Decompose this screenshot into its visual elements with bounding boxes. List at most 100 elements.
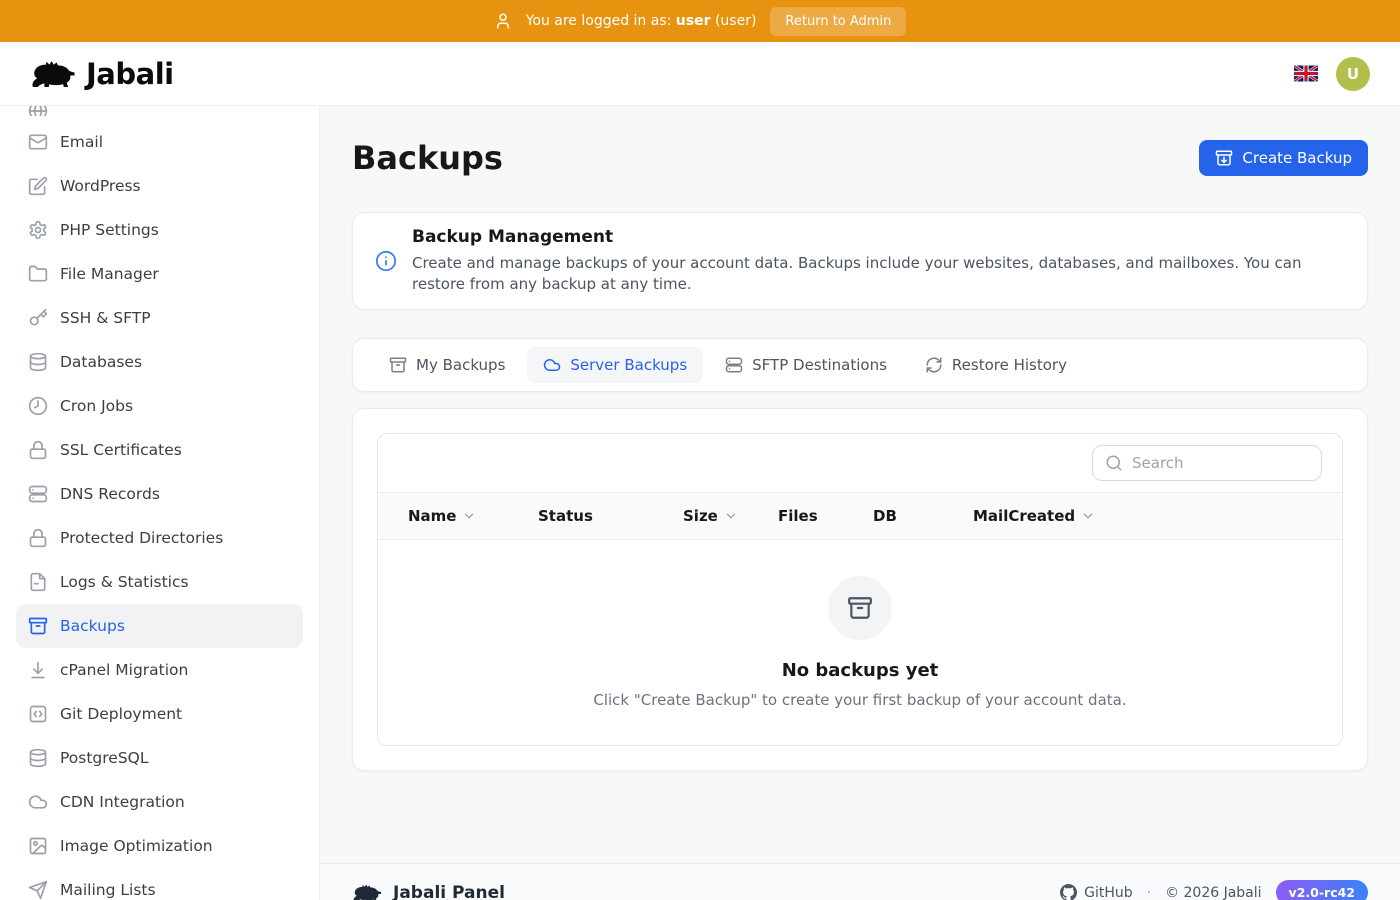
- sidebar-item-icon: [28, 792, 48, 812]
- empty-state-subtitle: Click "Create Backup" to create your fir…: [593, 691, 1126, 709]
- sidebar-item-label: SSL Certificates: [60, 441, 182, 459]
- sidebar-item[interactable]: Git Deployment: [16, 692, 303, 736]
- sidebar-item-label: Image Optimization: [60, 837, 213, 855]
- sidebar-item[interactable]: SSH & SFTP: [16, 296, 303, 340]
- archive-download-icon: [1215, 149, 1233, 167]
- column-header-label: Files: [778, 507, 818, 525]
- return-to-admin-button[interactable]: Return to Admin: [770, 7, 906, 36]
- main-content: Backups Create Backup Backup Management …: [320, 106, 1400, 900]
- brand-logo[interactable]: Jabali: [30, 57, 174, 91]
- globe-icon: [28, 106, 48, 116]
- copyright-text: © 2026 Jabali: [1165, 885, 1261, 900]
- tab-label: Restore History: [952, 356, 1067, 374]
- sidebar-item[interactable]: PHP Settings: [16, 208, 303, 252]
- sidebar-item-icon: [28, 220, 48, 240]
- sidebar-item[interactable]: Databases: [16, 340, 303, 384]
- column-header[interactable]: Created: [1008, 507, 1095, 525]
- sidebar-item-icon: [28, 440, 48, 460]
- sidebar-item-icon: [28, 352, 48, 372]
- column-header[interactable]: Name: [408, 507, 538, 525]
- sidebar-item[interactable]: WordPress: [16, 164, 303, 208]
- column-header[interactable]: Size: [683, 507, 778, 525]
- sidebar-item[interactable]: Backups: [16, 604, 303, 648]
- search-input[interactable]: [1132, 454, 1309, 472]
- info-banner: Backup Management Create and manage back…: [352, 212, 1368, 310]
- column-header-label: Created: [1008, 507, 1075, 525]
- sidebar-item-label: SSH & SFTP: [60, 309, 151, 327]
- sidebar-item-icon: [28, 572, 48, 592]
- info-title: Backup Management: [412, 227, 1345, 247]
- tab[interactable]: My Backups: [373, 347, 521, 383]
- sidebar-item[interactable]: cPanel Migration: [16, 648, 303, 692]
- avatar[interactable]: U: [1336, 57, 1370, 91]
- sidebar-item-icon: [28, 308, 48, 328]
- github-link[interactable]: GitHub: [1060, 884, 1133, 900]
- column-header: DB: [873, 507, 973, 525]
- sidebar-item[interactable]: CDN Integration: [16, 780, 303, 824]
- logged-in-role: (user): [715, 13, 756, 29]
- sidebar-item[interactable]: PostgreSQL: [16, 736, 303, 780]
- info-description: Create and manage backups of your accoun…: [412, 253, 1345, 295]
- archive-icon: [847, 595, 873, 621]
- sidebar-item[interactable]: Email: [16, 120, 303, 164]
- sidebar-item-label: Git Deployment: [60, 705, 182, 723]
- column-header-label: Status: [538, 507, 593, 525]
- sidebar-item-label: cPanel Migration: [60, 661, 188, 679]
- sidebar-item-icon: [28, 880, 48, 900]
- tab[interactable]: Server Backups: [527, 347, 703, 383]
- sidebar-item[interactable]: Logs & Statistics: [16, 560, 303, 604]
- sidebar-item-label: Databases: [60, 353, 142, 371]
- footer: Jabali Panel GitHub · © 2026 Jabali v2.0…: [320, 863, 1400, 900]
- sidebar-item-label: DNS Records: [60, 485, 160, 503]
- sidebar-item[interactable]: File Manager: [16, 252, 303, 296]
- tab-label: SFTP Destinations: [752, 356, 887, 374]
- sidebar-item-icon: [28, 616, 48, 636]
- sidebar-item-label: Cron Jobs: [60, 397, 133, 415]
- logged-in-username: user: [676, 13, 711, 29]
- sidebar-item[interactable]: Mailing Lists: [16, 868, 303, 900]
- sidebar-item-label: Mailing Lists: [60, 881, 156, 899]
- version-badge: v2.0-rc42: [1276, 880, 1368, 900]
- column-header: Status: [538, 507, 683, 525]
- sidebar-item[interactable]: Protected Directories: [16, 516, 303, 560]
- create-backup-button[interactable]: Create Backup: [1199, 140, 1368, 176]
- sidebar-item-label: Protected Directories: [60, 529, 223, 547]
- sidebar-item[interactable]: SSL Certificates: [16, 428, 303, 472]
- backups-table: Name Status Size: [377, 433, 1343, 746]
- sidebar-item-icon: [28, 748, 48, 768]
- sidebar-item-label: PostgreSQL: [60, 749, 149, 767]
- logged-in-message: You are logged in as: user (user): [526, 13, 757, 29]
- empty-state-title: No backups yet: [782, 660, 939, 681]
- sidebar-item-label: Email: [60, 133, 103, 151]
- tab-icon: [925, 356, 943, 374]
- tab-icon: [543, 356, 561, 374]
- sidebar-item-icon: [28, 836, 48, 856]
- sidebar-item-icon: [28, 396, 48, 416]
- sidebar-item-icon: [28, 528, 48, 548]
- sidebar-item[interactable]: Cron Jobs: [16, 384, 303, 428]
- sidebar-item-label: File Manager: [60, 265, 159, 283]
- sidebar-item-label: WordPress: [60, 177, 141, 195]
- chevron-down-icon: [1081, 509, 1095, 523]
- footer-separator: ·: [1147, 885, 1151, 900]
- tab-label: Server Backups: [570, 356, 687, 374]
- tab[interactable]: SFTP Destinations: [709, 347, 903, 383]
- sidebar-item[interactable]: Image Optimization: [16, 824, 303, 868]
- boar-logo-icon: [30, 57, 76, 91]
- tab-icon: [389, 356, 407, 374]
- tab[interactable]: Restore History: [909, 347, 1083, 383]
- column-header: Mail: [973, 507, 1008, 525]
- table-header-row: Name Status Size: [378, 492, 1342, 540]
- info-icon: [375, 250, 397, 272]
- chevron-down-icon: [724, 509, 738, 523]
- uk-flag-icon[interactable]: [1294, 65, 1318, 82]
- page-title: Backups: [352, 139, 503, 177]
- sidebar-item-icon: [28, 704, 48, 724]
- app-header: Jabali U: [0, 42, 1400, 106]
- sidebar-item-icon: [28, 660, 48, 680]
- footer-brand: Jabali Panel: [352, 882, 505, 900]
- sidebar-item[interactable]: DNS Records: [16, 472, 303, 516]
- search-box[interactable]: [1092, 445, 1322, 481]
- empty-state: No backups yet Click "Create Backup" to …: [378, 540, 1342, 745]
- sidebar-item-partial[interactable]: [16, 106, 303, 116]
